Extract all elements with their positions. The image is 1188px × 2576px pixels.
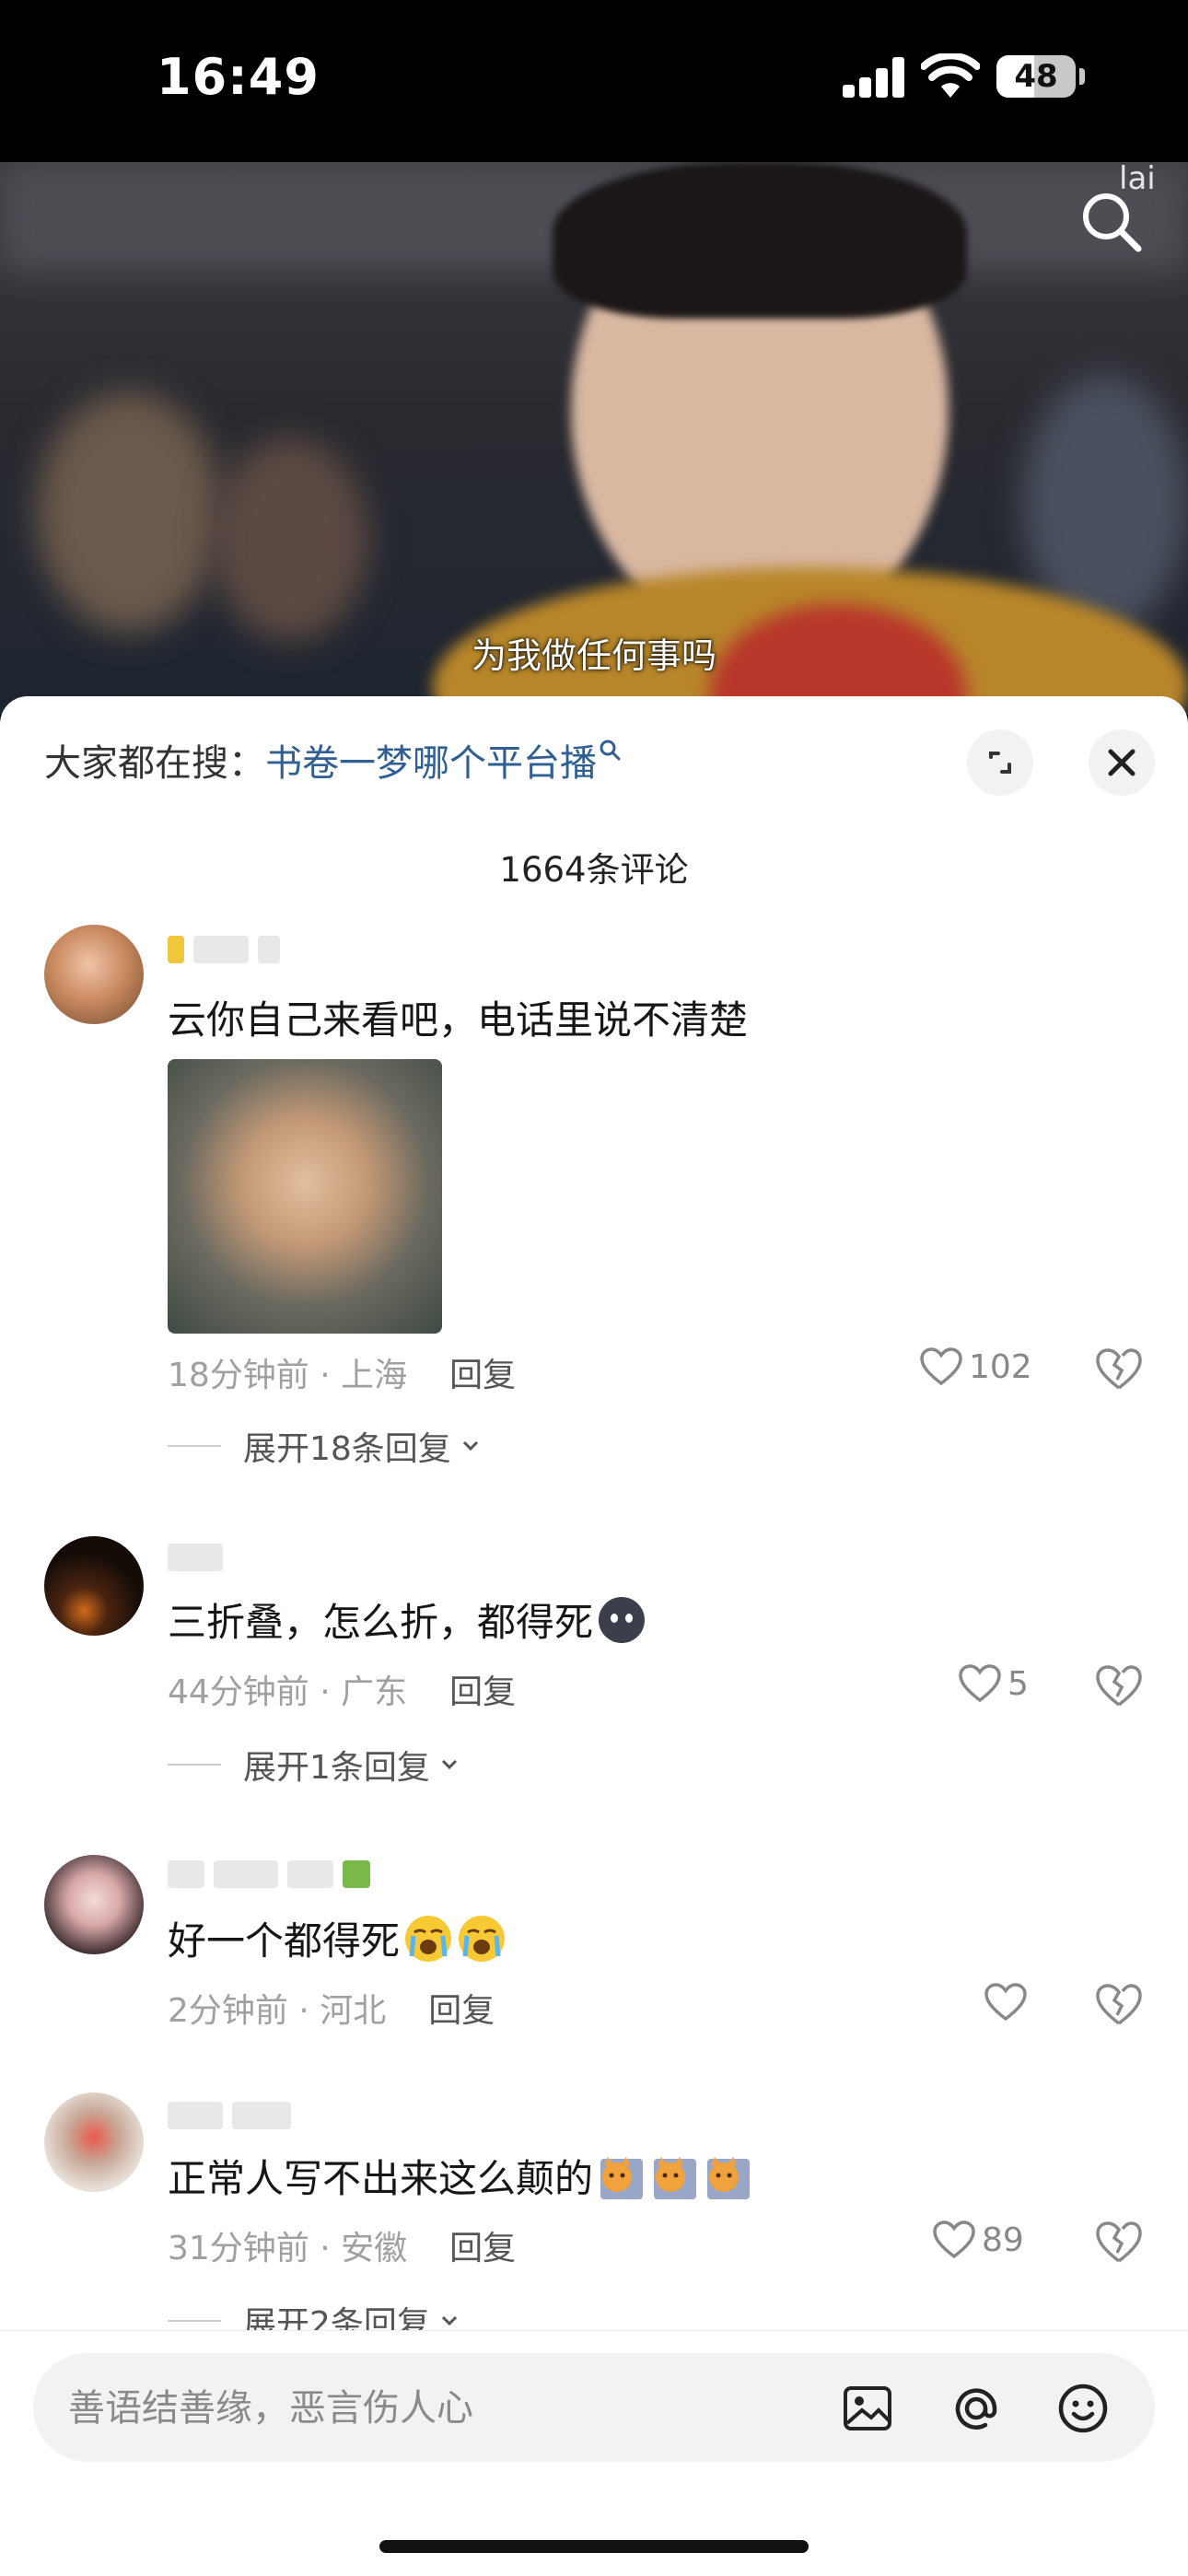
comment-image[interactable] [168,1059,442,1334]
comment-text: 三折叠，怎么折，都得死 [168,1591,646,1648]
comment-text-content: 三折叠，怎么折，都得死 [168,1600,594,1645]
like-count: 89 [982,2220,1024,2259]
like-button[interactable]: 5 [958,1663,1029,1704]
like-button[interactable] [984,1982,1033,2022]
chevron-down-icon [462,1440,478,1451]
reply-button[interactable]: 回复 [449,1673,516,1711]
avatar[interactable] [44,2092,144,2192]
home-indicator[interactable] [379,2540,809,2553]
expand-replies-label: 展开18条回复 [243,1430,451,1468]
emoji-icon[interactable] [1055,2381,1111,2436]
like-button[interactable]: 102 [919,1346,1032,1387]
comment-text-content: 正常人写不出来这么颠的 [168,2156,594,2201]
search-icon[interactable] [1077,188,1146,256]
expand-icon [989,752,1011,774]
crying-face-emoji-icon [459,1916,506,1962]
dark-face-emoji-icon [599,1597,646,1643]
avatar[interactable] [44,1536,144,1636]
comment-time: 44分钟前 [168,1673,309,1711]
comment-count: 1664条评论 [499,850,689,890]
cellular-signal-icon [843,57,905,98]
avatar[interactable] [44,925,144,1024]
expand-sheet-button[interactable] [967,729,1033,796]
heart-icon [933,2220,975,2259]
crying-face-emoji-icon [405,1916,452,1962]
heart-icon [984,1983,1027,2022]
comment-meta: 31分钟前 · 安徽 回复 [168,2230,517,2267]
broken-heart-icon[interactable] [1094,1982,1144,2028]
comment-text-content: 好一个都得死 [168,1918,401,1964]
video-player[interactable]: lai 为我做任何事吗 [0,162,1188,715]
close-button[interactable] [1089,729,1155,796]
comment-location: 河北 [320,1992,387,2030]
like-button[interactable]: 89 [932,2220,1024,2260]
search-small-icon [600,740,621,761]
battery-level: 48 [1014,58,1058,95]
status-bar: 16:49 48 [0,0,1188,162]
comment-meta: 2分钟前 · 河北 回复 [168,1992,495,2030]
chevron-down-icon [441,1759,457,1770]
comment-time: 18分钟前 [168,1357,309,1394]
comment-input-container[interactable] [33,2353,1155,2462]
expand-replies[interactable]: 展开18条回复 [168,1422,484,1470]
expand-replies-label: 展开1条回复 [243,1749,430,1787]
cat-wall-emoji-icon [654,2157,697,2199]
comment-input-bar [0,2330,1188,2576]
username-redacted[interactable] [168,2102,300,2133]
mention-icon[interactable] [949,2381,1004,2436]
comment-meta: 18分钟前 · 上海 回复 [168,1357,517,1394]
comment-location: 上海 [341,1357,408,1394]
search-suggestion[interactable]: 大家都在搜：书卷一梦哪个平台播 [44,733,623,787]
cat-wall-emoji-icon [707,2157,751,2199]
comment-time: 2分钟前 [168,1992,288,2030]
comment-sheet: 大家都在搜：书卷一梦哪个平台播 1664条评论 云你自己来看吧，电话里说不清楚 … [0,696,1188,2575]
image-icon[interactable] [840,2381,895,2436]
cat-wall-emoji-icon [600,2157,644,2199]
like-count: 5 [1007,1664,1029,1703]
status-time: 16:49 [157,48,320,106]
close-icon [1108,749,1136,776]
broken-heart-icon[interactable] [1094,1346,1144,1393]
username-redacted[interactable] [168,1860,379,1892]
comment-meta: 44分钟前 · 广东 回复 [168,1673,517,1711]
video-subtitle: 为我做任何事吗 [471,635,716,676]
heart-icon [959,1664,1001,1703]
comment-text: 好一个都得死 [168,1910,507,1966]
wifi-icon [921,53,980,98]
suggestion-query[interactable]: 书卷一梦哪个平台播 [265,742,597,785]
comment-location: 广东 [341,1673,408,1711]
comment-input[interactable] [66,2377,807,2440]
comment-text: 正常人写不出来这么颠的 [168,2148,753,2204]
expand-replies[interactable]: 展开1条回复 [168,1741,463,1789]
like-count: 102 [969,1347,1032,1386]
broken-heart-icon[interactable] [1094,1663,1144,1709]
comment-location: 安徽 [341,2230,408,2267]
reply-button[interactable]: 回复 [449,2230,516,2267]
suggestion-label: 大家都在搜： [44,742,265,785]
reply-button[interactable]: 回复 [449,1357,516,1394]
battery-icon: 48 [996,55,1076,98]
username-redacted[interactable] [168,936,289,967]
comment-text: 云你自己来看吧，电话里说不清楚 [168,997,749,1043]
avatar[interactable] [44,1855,144,1954]
broken-heart-icon[interactable] [1094,2220,1144,2266]
heart-icon [920,1347,962,1386]
reply-button[interactable]: 回复 [428,1992,495,2030]
username-redacted[interactable] [168,1544,232,1575]
comment-time: 31分钟前 [168,2230,309,2267]
